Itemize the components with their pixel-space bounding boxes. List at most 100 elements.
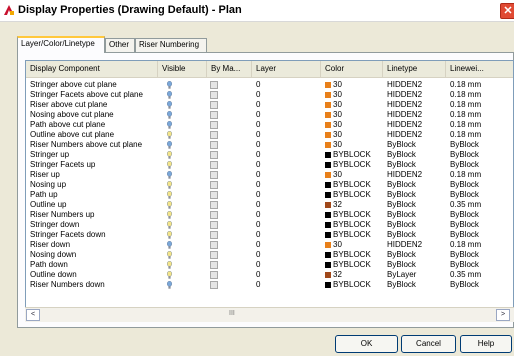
color-value[interactable]: BYBLOCK xyxy=(333,150,381,160)
by-material-checkbox[interactable] xyxy=(210,181,218,189)
lightbulb-on-icon[interactable] xyxy=(167,141,172,149)
layer-value[interactable]: 0 xyxy=(256,190,316,200)
lightbulb-off-icon[interactable] xyxy=(167,131,172,139)
lightbulb-off-icon[interactable] xyxy=(167,181,172,189)
lineweight-value[interactable]: ByBlock xyxy=(450,250,512,260)
by-material-checkbox[interactable] xyxy=(210,161,218,169)
by-material-checkbox[interactable] xyxy=(210,201,218,209)
tab-layer-color-linetype[interactable]: Layer/Color/Linetype xyxy=(17,36,105,53)
lightbulb-off-icon[interactable] xyxy=(167,231,172,239)
layer-value[interactable]: 0 xyxy=(256,150,316,160)
linetype-value[interactable]: HIDDEN2 xyxy=(387,170,444,180)
linetype-value[interactable]: ByLayer xyxy=(387,270,444,280)
by-material-checkbox[interactable] xyxy=(210,101,218,109)
linetype-value[interactable]: ByBlock xyxy=(387,140,444,150)
layer-value[interactable]: 0 xyxy=(256,250,316,260)
tab-other[interactable]: Other xyxy=(105,38,135,52)
table-row[interactable]: Outline down 0 32 ByLayer 0.35 mm xyxy=(26,270,513,280)
table-row[interactable]: Stringer Facets above cut plane 0 30 HIDDEN… xyxy=(26,90,513,100)
color-value[interactable]: BYBLOCK xyxy=(333,260,381,270)
column-header-color[interactable]: Color xyxy=(321,61,383,77)
color-value[interactable]: 30 xyxy=(333,130,381,140)
by-material-checkbox[interactable] xyxy=(210,211,218,219)
scroll-thumb-grip[interactable]: III xyxy=(229,310,235,317)
scroll-left-button[interactable]: < xyxy=(26,309,40,321)
table-row[interactable]: Stringer above cut plane 0 30 HIDDEN2 0.18 m… xyxy=(26,80,513,90)
table-row[interactable]: Stringer Facets up 0 BYBLOCK ByBlock ByBlock xyxy=(26,160,513,170)
layer-value[interactable]: 0 xyxy=(256,160,316,170)
color-value[interactable]: 30 xyxy=(333,100,381,110)
by-material-checkbox[interactable] xyxy=(210,271,218,279)
lineweight-value[interactable]: 0.35 mm xyxy=(450,200,512,210)
table-row[interactable]: Stringer Facets down 0 BYBLOCK ByBlock ByBlo… xyxy=(26,230,513,240)
lightbulb-off-icon[interactable] xyxy=(167,191,172,199)
lightbulb-off-icon[interactable] xyxy=(167,201,172,209)
layer-value[interactable]: 0 xyxy=(256,120,316,130)
layer-value[interactable]: 0 xyxy=(256,280,316,290)
lineweight-value[interactable]: ByBlock xyxy=(450,150,512,160)
color-value[interactable]: BYBLOCK xyxy=(333,160,381,170)
linetype-value[interactable]: ByBlock xyxy=(387,180,444,190)
color-value[interactable]: 30 xyxy=(333,170,381,180)
by-material-checkbox[interactable] xyxy=(210,281,218,289)
linetype-value[interactable]: ByBlock xyxy=(387,200,444,210)
lightbulb-on-icon[interactable] xyxy=(167,81,172,89)
lineweight-value[interactable]: ByBlock xyxy=(450,180,512,190)
close-button[interactable]: ✕ xyxy=(500,3,514,19)
table-row[interactable]: Path down 0 BYBLOCK ByBlock ByBlock xyxy=(26,260,513,270)
lineweight-value[interactable]: 0.18 mm xyxy=(450,240,512,250)
table-row[interactable]: Riser Numbers up 0 BYBLOCK ByBlock ByBlock xyxy=(26,210,513,220)
by-material-checkbox[interactable] xyxy=(210,251,218,259)
linetype-value[interactable]: ByBlock xyxy=(387,250,444,260)
lightbulb-off-icon[interactable] xyxy=(167,261,172,269)
lineweight-value[interactable]: 0.18 mm xyxy=(450,80,512,90)
column-header-layer[interactable]: Layer xyxy=(252,61,321,77)
lineweight-value[interactable]: ByBlock xyxy=(450,160,512,170)
lineweight-value[interactable]: 0.18 mm xyxy=(450,110,512,120)
ok-button[interactable]: OK xyxy=(335,335,398,353)
layer-value[interactable]: 0 xyxy=(256,110,316,120)
layer-value[interactable]: 0 xyxy=(256,240,316,250)
color-value[interactable]: BYBLOCK xyxy=(333,220,381,230)
layer-value[interactable]: 0 xyxy=(256,220,316,230)
lightbulb-on-icon[interactable] xyxy=(167,241,172,249)
linetype-value[interactable]: HIDDEN2 xyxy=(387,90,444,100)
lightbulb-off-icon[interactable] xyxy=(167,161,172,169)
lineweight-value[interactable]: 0.18 mm xyxy=(450,130,512,140)
by-material-checkbox[interactable] xyxy=(210,231,218,239)
layer-value[interactable]: 0 xyxy=(256,270,316,280)
layer-value[interactable]: 0 xyxy=(256,260,316,270)
table-row[interactable]: Nosing down 0 BYBLOCK ByBlock ByBlock xyxy=(26,250,513,260)
linetype-value[interactable]: ByBlock xyxy=(387,280,444,290)
by-material-checkbox[interactable] xyxy=(210,241,218,249)
cancel-button[interactable]: Cancel xyxy=(401,335,456,353)
layer-value[interactable]: 0 xyxy=(256,90,316,100)
color-value[interactable]: 32 xyxy=(333,200,381,210)
table-row[interactable]: Path up 0 BYBLOCK ByBlock ByBlock xyxy=(26,190,513,200)
column-header-lineweight[interactable]: Linewei... xyxy=(446,61,513,77)
color-value[interactable]: BYBLOCK xyxy=(333,250,381,260)
lightbulb-on-icon[interactable] xyxy=(167,171,172,179)
layer-value[interactable]: 0 xyxy=(256,210,316,220)
help-button[interactable]: Help xyxy=(460,335,512,353)
linetype-value[interactable]: ByBlock xyxy=(387,210,444,220)
by-material-checkbox[interactable] xyxy=(210,91,218,99)
color-value[interactable]: BYBLOCK xyxy=(333,210,381,220)
color-value[interactable]: 30 xyxy=(333,110,381,120)
by-material-checkbox[interactable] xyxy=(210,141,218,149)
linetype-value[interactable]: ByBlock xyxy=(387,160,444,170)
linetype-value[interactable]: HIDDEN2 xyxy=(387,110,444,120)
by-material-checkbox[interactable] xyxy=(210,191,218,199)
by-material-checkbox[interactable] xyxy=(210,221,218,229)
lightbulb-on-icon[interactable] xyxy=(167,111,172,119)
color-value[interactable]: BYBLOCK xyxy=(333,230,381,240)
table-row[interactable]: Nosing up 0 BYBLOCK ByBlock ByBlock xyxy=(26,180,513,190)
by-material-checkbox[interactable] xyxy=(210,151,218,159)
layer-value[interactable]: 0 xyxy=(256,230,316,240)
color-value[interactable]: 32 xyxy=(333,270,381,280)
table-row[interactable]: Nosing above cut plane 0 30 HIDDEN2 0.18 mm xyxy=(26,110,513,120)
by-material-checkbox[interactable] xyxy=(210,81,218,89)
color-value[interactable]: BYBLOCK xyxy=(333,280,381,290)
lightbulb-on-icon[interactable] xyxy=(167,101,172,109)
layer-value[interactable]: 0 xyxy=(256,100,316,110)
